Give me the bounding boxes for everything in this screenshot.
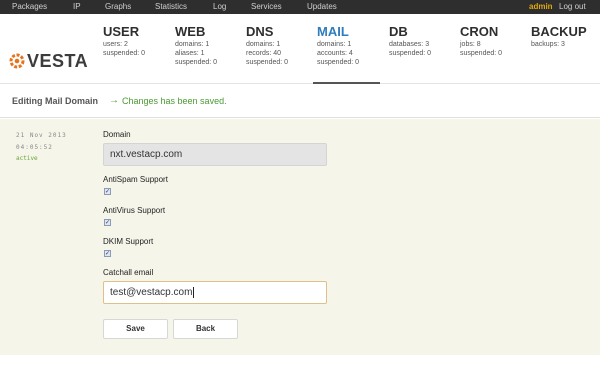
vesta-logo[interactable]: VESTA xyxy=(9,50,93,72)
subheader: Editing Mail Domain → Changes has been s… xyxy=(0,85,600,118)
section-title: USER xyxy=(103,24,140,39)
section-cron[interactable]: CRON jobs: 8 suspended: 0 xyxy=(460,14,522,84)
created-date: 21 Nov 2013 xyxy=(16,132,67,139)
vesta-gear-logo-icon xyxy=(9,53,25,69)
save-button[interactable]: Save xyxy=(103,319,168,339)
antispam-label: AntiSpam Support xyxy=(103,175,168,184)
section-web[interactable]: WEB domains: 1 aliases: 1 suspended: 0 xyxy=(175,14,237,84)
nav-updates[interactable]: Updates xyxy=(307,0,337,14)
section-user[interactable]: USER users: 2 suspended: 0 xyxy=(103,14,165,84)
created-time: 04:05:52 xyxy=(16,144,53,151)
status-message: Changes has been saved. xyxy=(122,96,227,106)
section-db[interactable]: DB databases: 3 suspended: 0 xyxy=(389,14,455,84)
antispam-checkbox[interactable]: ✓ xyxy=(104,188,111,195)
section-stat: users: 2 xyxy=(103,41,128,48)
catchall-label: Catchall email xyxy=(103,268,154,277)
antivirus-label: AntiVirus Support xyxy=(103,206,166,215)
section-stat: domains: 1 xyxy=(317,41,352,48)
section-stat: aliases: 1 xyxy=(175,50,205,57)
section-stat: backups: 3 xyxy=(531,41,565,48)
section-stat: suspended: 0 xyxy=(246,59,289,66)
nav-packages[interactable]: Packages xyxy=(12,0,47,14)
top-navigation-bar: Packages IP Graphs Statistics Log Servic… xyxy=(0,0,600,14)
domain-label: Domain xyxy=(103,130,131,139)
section-stat: domains: 1 xyxy=(175,41,210,48)
section-backup[interactable]: BACKUP backups: 3 xyxy=(531,14,597,84)
section-mail[interactable]: MAIL domains: 1 accounts: 4 suspended: 0 xyxy=(313,14,380,84)
section-stat: suspended: 0 xyxy=(317,59,360,66)
section-title: CRON xyxy=(460,24,499,39)
section-stat: suspended: 0 xyxy=(460,50,503,57)
section-stat: domains: 1 xyxy=(246,41,281,48)
domain-field: nxt.vestacp.com xyxy=(103,143,327,166)
section-stat: suspended: 0 xyxy=(175,59,218,66)
status-badge: active xyxy=(16,155,38,162)
nav-statistics[interactable]: Statistics xyxy=(155,0,187,14)
dkim-label: DKIM Support xyxy=(103,237,154,246)
nav-logout[interactable]: Log out xyxy=(559,0,586,14)
text-cursor xyxy=(193,286,195,298)
nav-log[interactable]: Log xyxy=(213,0,226,14)
section-stat: accounts: 4 xyxy=(317,50,353,57)
section-title: MAIL xyxy=(317,24,349,39)
nav-services[interactable]: Services xyxy=(251,0,282,14)
catchall-email-value: test@vestacp.com xyxy=(110,287,193,298)
antivirus-checkbox[interactable]: ✓ xyxy=(104,219,111,226)
section-title: WEB xyxy=(175,24,206,39)
arrow-right-icon: → xyxy=(109,95,119,106)
nav-ip[interactable]: IP xyxy=(73,0,81,14)
section-stat: suspended: 0 xyxy=(103,50,146,57)
back-button[interactable]: Back xyxy=(173,319,238,339)
section-stat: databases: 3 xyxy=(389,41,430,48)
section-title: DNS xyxy=(246,24,274,39)
section-title: BACKUP xyxy=(531,24,587,39)
nav-graphs[interactable]: Graphs xyxy=(105,0,131,14)
catchall-email-field[interactable]: test@vestacp.com xyxy=(103,281,327,304)
nav-user-admin[interactable]: admin xyxy=(529,0,553,14)
section-title: DB xyxy=(389,24,408,39)
section-stat: records: 40 xyxy=(246,50,282,57)
section-dns[interactable]: DNS domains: 1 records: 40 suspended: 0 xyxy=(246,14,308,84)
section-stat: jobs: 8 xyxy=(460,41,481,48)
page-title: Editing Mail Domain xyxy=(12,96,99,106)
section-stat: suspended: 0 xyxy=(389,50,432,57)
logo-text: VESTA xyxy=(27,51,89,71)
footer-strip xyxy=(0,355,600,368)
dkim-checkbox[interactable]: ✓ xyxy=(104,250,111,257)
